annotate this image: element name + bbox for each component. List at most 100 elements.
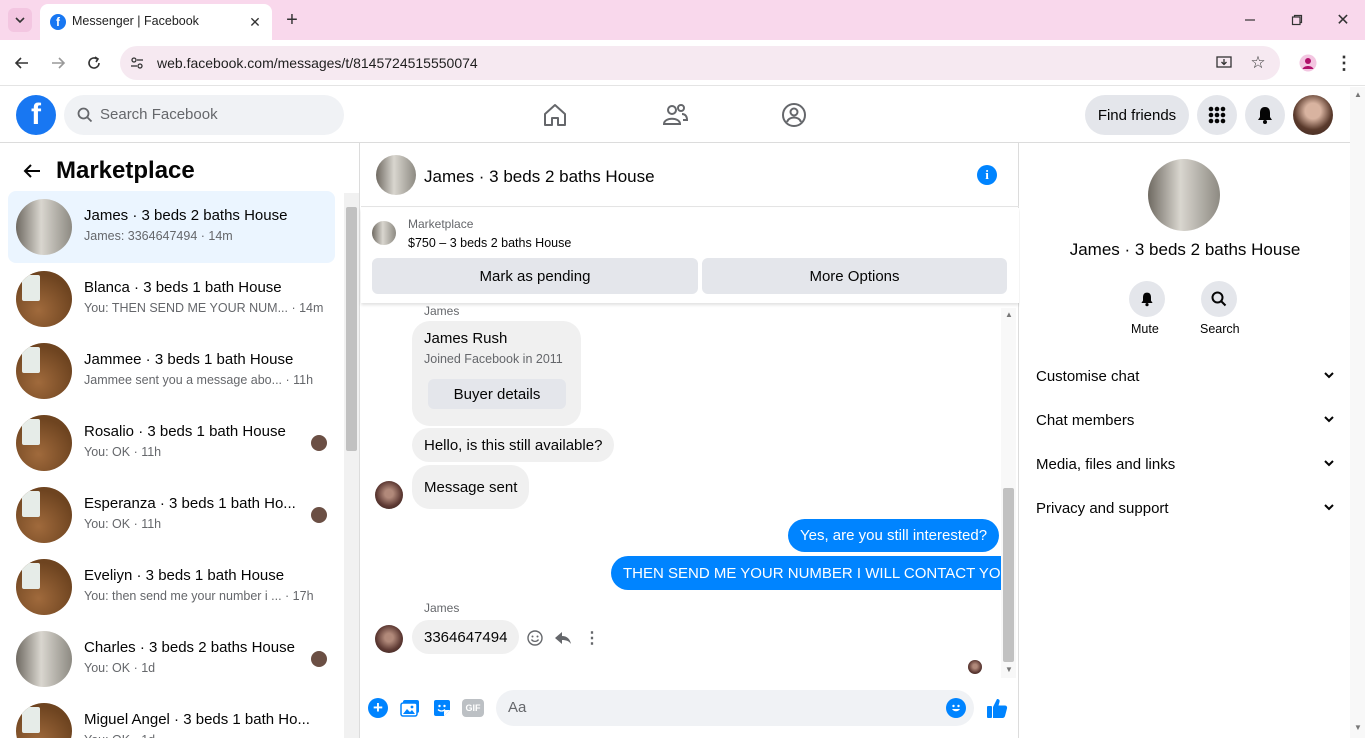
conversation-row[interactable]: Blanca · 3 beds 1 bath House You: THEN SE… bbox=[8, 263, 335, 335]
profile-icon[interactable] bbox=[1296, 51, 1320, 75]
back-button[interactable] bbox=[10, 51, 34, 75]
conversation-info-icon[interactable]: i bbox=[977, 165, 997, 185]
page-scroll-up-icon[interactable]: ▲ bbox=[1354, 90, 1362, 99]
conversation-details-panel: James · 3 beds 2 baths House Mute Search… bbox=[1020, 143, 1350, 738]
restore-button[interactable] bbox=[1285, 8, 1309, 32]
browser-menu-icon[interactable]: ⋮ bbox=[1332, 51, 1356, 75]
seen-avatar bbox=[311, 435, 327, 451]
tab-search-button[interactable] bbox=[8, 8, 32, 32]
find-friends-button[interactable]: Find friends bbox=[1085, 95, 1189, 135]
chevron-down-icon bbox=[15, 17, 25, 24]
home-nav-icon[interactable] bbox=[539, 101, 571, 129]
search-in-conversation-button[interactable]: Search bbox=[1198, 281, 1242, 337]
thread-scroll-thumb[interactable] bbox=[1003, 488, 1014, 662]
conversation-row[interactable]: Charles · 3 beds 2 baths House You: OK · … bbox=[8, 623, 335, 695]
sender-avatar bbox=[375, 481, 403, 509]
conversation-name: Rosalio · 3 beds 1 bath House bbox=[84, 423, 286, 440]
details-section-customise-chat[interactable]: Customise chat bbox=[1036, 356, 1336, 396]
account-avatar[interactable] bbox=[1293, 95, 1333, 135]
sidebar-title: Marketplace bbox=[56, 157, 195, 184]
scroll-down-arrow-icon[interactable]: ▼ bbox=[1005, 665, 1013, 674]
url-text: web.facebook.com/messages/t/814572451555… bbox=[157, 55, 478, 71]
section-label: Customise chat bbox=[1036, 367, 1140, 385]
emoji-icon[interactable] bbox=[946, 698, 966, 718]
close-tab-icon[interactable]: ✕ bbox=[246, 13, 264, 31]
details-section-media-files-and-links[interactable]: Media, files and links bbox=[1036, 444, 1336, 484]
listing-price-title[interactable]: $750 – 3 beds 2 baths House bbox=[408, 236, 571, 250]
more-actions-icon[interactable]: ⋮ bbox=[583, 629, 601, 647]
facebook-favicon-icon: f bbox=[50, 14, 66, 30]
buyer-details-button[interactable]: Buyer details bbox=[428, 379, 566, 409]
sticker-icon[interactable] bbox=[432, 698, 452, 718]
mark-as-pending-button[interactable]: Mark as pending bbox=[372, 258, 698, 294]
browser-tab[interactable]: f Messenger | Facebook ✕ bbox=[40, 4, 272, 40]
search-input[interactable]: Search Facebook bbox=[64, 95, 344, 135]
conversation-name: Jammee · 3 beds 1 bath House bbox=[84, 351, 294, 368]
scroll-up-arrow-icon[interactable]: ▲ bbox=[1005, 310, 1013, 319]
gif-icon[interactable]: GIF bbox=[462, 699, 484, 717]
section-label: Privacy and support bbox=[1036, 499, 1169, 517]
conversation-row[interactable]: Esperanza · 3 beds 1 bath Ho... You: OK ·… bbox=[8, 479, 335, 551]
facebook-logo-icon[interactable]: f bbox=[16, 95, 56, 135]
details-avatar[interactable] bbox=[1148, 159, 1220, 231]
conversation-row[interactable]: Rosalio · 3 beds 1 bath House You: OK · 1… bbox=[8, 407, 335, 479]
reload-icon bbox=[88, 56, 100, 69]
attach-photo-icon[interactable] bbox=[400, 698, 420, 718]
like-thumbs-up-icon[interactable] bbox=[985, 696, 1009, 720]
menu-button[interactable] bbox=[1197, 95, 1237, 135]
notifications-button[interactable] bbox=[1245, 95, 1285, 135]
page-scrollbar[interactable]: ▲ ▼ bbox=[1350, 87, 1365, 738]
forward-button[interactable] bbox=[46, 51, 70, 75]
conversation-header: James · 3 beds 2 baths House i bbox=[361, 143, 1019, 207]
site-info-icon[interactable] bbox=[128, 54, 146, 72]
listing-thumbnail bbox=[16, 631, 72, 687]
more-actions-plus-icon[interactable]: + bbox=[368, 698, 388, 718]
address-bar[interactable]: web.facebook.com/messages/t/814572451555… bbox=[120, 46, 1280, 80]
conversation-name: James · 3 beds 2 baths House bbox=[84, 207, 288, 224]
message-bubble-incoming[interactable]: Message sent bbox=[412, 465, 530, 509]
seen-avatar bbox=[311, 507, 327, 523]
conversation-title[interactable]: James · 3 beds 2 baths House bbox=[424, 167, 655, 187]
details-section-chat-members[interactable]: Chat members bbox=[1036, 400, 1336, 440]
install-app-icon[interactable] bbox=[1214, 53, 1234, 73]
mute-button[interactable]: Mute bbox=[1127, 281, 1167, 337]
restore-icon bbox=[1291, 14, 1303, 26]
message-input[interactable]: Aa bbox=[496, 690, 974, 726]
close-window-button[interactable]: ✕ bbox=[1331, 8, 1355, 32]
conversation-name: Blanca · 3 beds 1 bath House bbox=[84, 279, 282, 296]
page-scroll-down-icon[interactable]: ▼ bbox=[1354, 723, 1362, 732]
message-bubble-incoming[interactable]: Hello, is this still available? bbox=[412, 428, 615, 462]
conversation-preview: You: then send me your number i ... · 17… bbox=[84, 589, 314, 603]
conversation-row[interactable]: James · 3 beds 2 baths House James: 33646… bbox=[8, 191, 335, 263]
reply-icon[interactable] bbox=[554, 629, 572, 647]
conversation-preview: You: THEN SEND ME YOUR NUM... · 14m bbox=[84, 301, 324, 315]
conversation-avatar[interactable] bbox=[376, 155, 416, 195]
minimize-button[interactable] bbox=[1238, 8, 1262, 32]
bookmark-star-icon[interactable]: ☆ bbox=[1248, 53, 1268, 73]
back-arrow-icon[interactable] bbox=[20, 159, 44, 183]
sender-avatar bbox=[375, 625, 403, 653]
friends-nav-icon[interactable] bbox=[659, 101, 691, 129]
details-section-privacy-and-support[interactable]: Privacy and support bbox=[1036, 488, 1336, 528]
chat-list-scroll-thumb[interactable] bbox=[346, 207, 357, 451]
new-tab-button[interactable]: + bbox=[280, 8, 304, 32]
message-bubble-outgoing[interactable]: Yes, are you still interested? bbox=[788, 519, 1000, 552]
tab-title: Messenger | Facebook bbox=[72, 14, 199, 28]
message-thread: James James Rush Joined Facebook in 2011… bbox=[361, 303, 1001, 678]
conversation-row[interactable]: Eveliyn · 3 beds 1 bath House You: then s… bbox=[8, 551, 335, 623]
react-emoji-icon[interactable] bbox=[526, 629, 544, 647]
search-icon bbox=[76, 106, 94, 124]
message-bubble-incoming[interactable]: 3364647494 bbox=[412, 620, 520, 654]
listing-thumbnail[interactable] bbox=[372, 221, 396, 245]
more-options-button[interactable]: More Options bbox=[702, 258, 1007, 294]
thread-scrollbar[interactable]: ▲ ▼ bbox=[1001, 308, 1016, 678]
marketplace-label: Marketplace bbox=[408, 217, 474, 231]
groups-nav-icon[interactable] bbox=[778, 101, 810, 129]
reload-button[interactable] bbox=[82, 51, 106, 75]
conversation-row[interactable]: Miguel Angel · 3 beds 1 bath Ho... You: O… bbox=[8, 695, 335, 738]
conversation-row[interactable]: Jammee · 3 beds 1 bath House Jammee sent … bbox=[8, 335, 335, 407]
message-bubble-outgoing[interactable]: THEN SEND ME YOUR NUMBER I WILL CONTACT … bbox=[611, 556, 1001, 590]
details-name: James · 3 beds 2 baths House bbox=[1069, 240, 1301, 259]
chat-list-scrollbar[interactable] bbox=[344, 193, 359, 738]
more-options-label: More Options bbox=[809, 267, 900, 285]
